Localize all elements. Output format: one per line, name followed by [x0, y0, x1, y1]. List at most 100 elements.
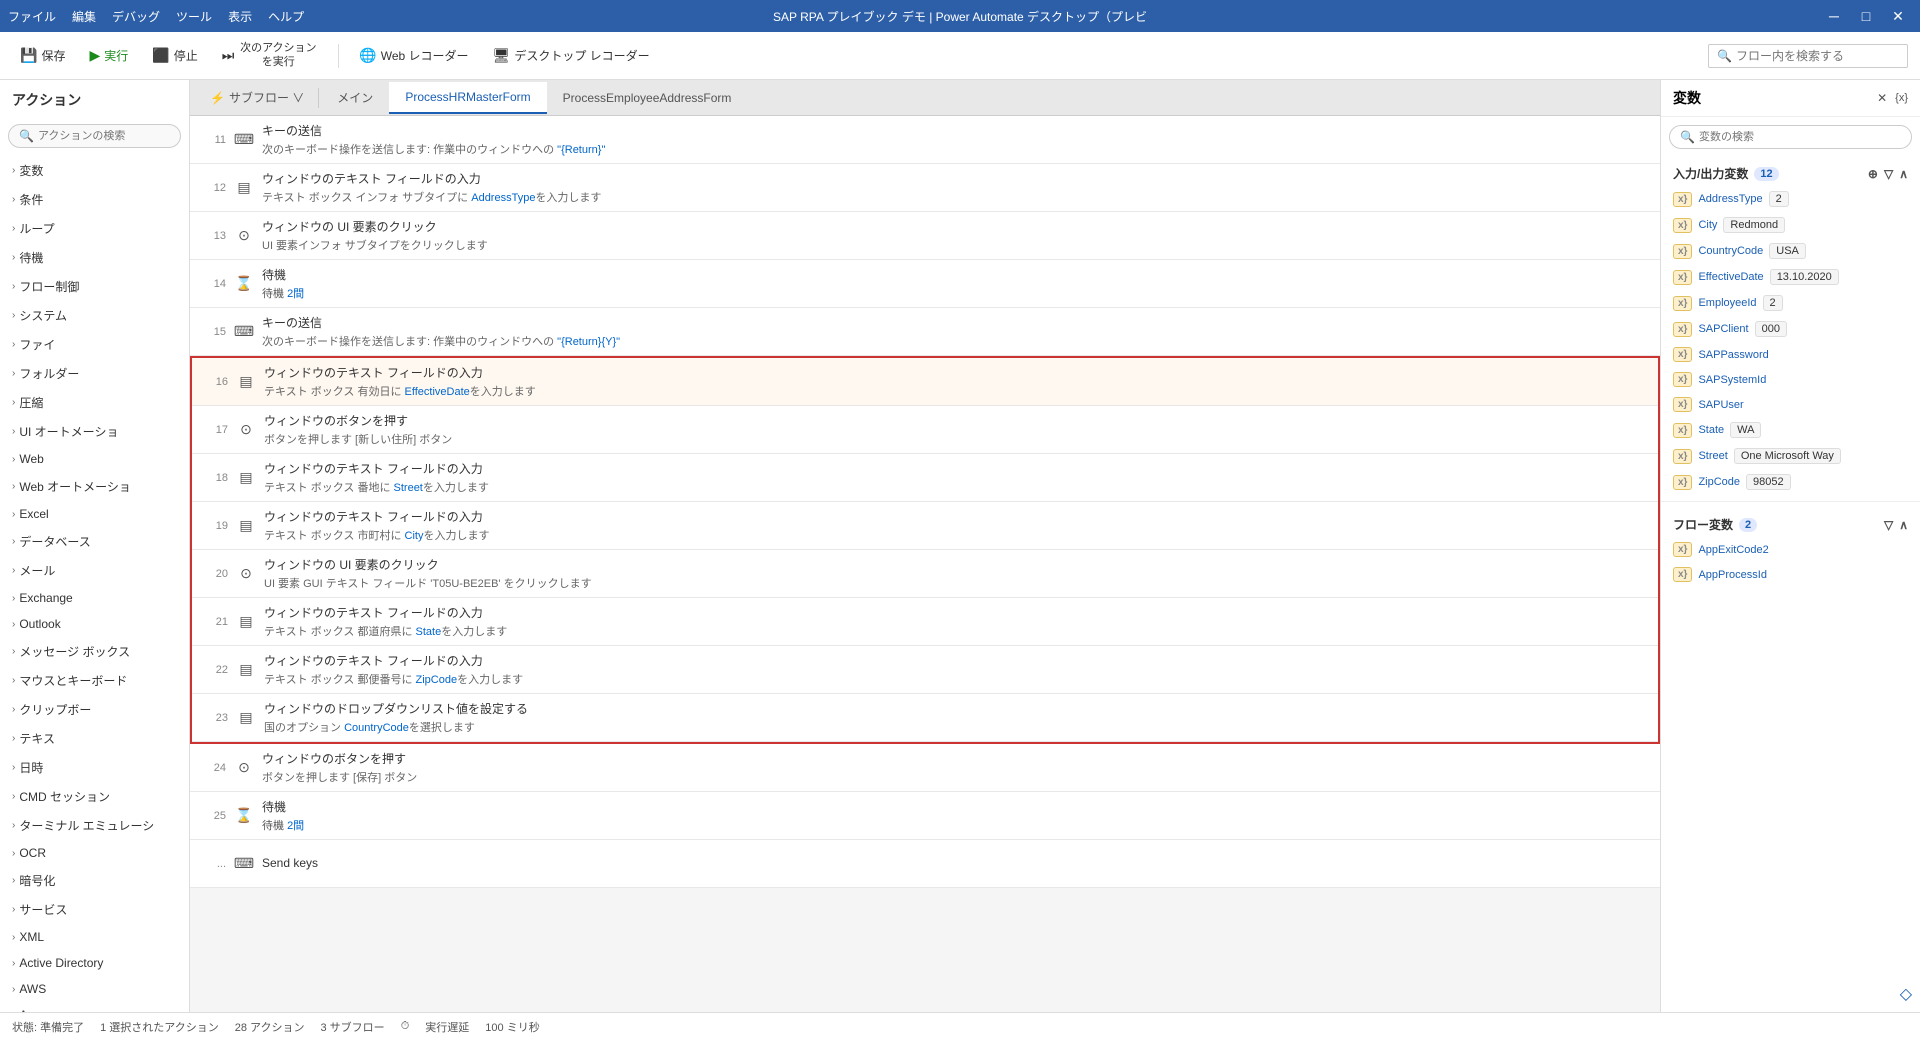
sidebar-item-圧縮[interactable]: ›圧縮 — [0, 388, 189, 417]
action-row-24[interactable]: 24 ⊙ ウィンドウのボタンを押す ボタンを押します [保存] ボタン — [190, 744, 1660, 792]
variables-search-input[interactable] — [1699, 131, 1859, 143]
flow-var-appprocessid[interactable]: x} AppProcessId — [1661, 562, 1920, 587]
stop-button[interactable]: ⬛ 停止 — [144, 43, 205, 68]
action-row-19[interactable]: 19 ▤ ウィンドウのテキスト フィールドの入力 テキスト ボックス 市町村に … — [192, 502, 1658, 550]
io-var-sapsystemid[interactable]: x} SAPSystemId — [1661, 367, 1920, 392]
next-action-button[interactable]: ⏭ 次のアクションを実行 — [214, 38, 327, 72]
sidebar-item-cmdセッション[interactable]: ›CMD セッション — [0, 782, 189, 811]
filter-io-vars-icon[interactable]: ▽ — [1884, 167, 1893, 181]
sidebar-item-exchange[interactable]: ›Exchange — [0, 585, 189, 611]
action-row-16[interactable]: 16 ▤ ウィンドウのテキスト フィールドの入力 テキスト ボックス 有効日に … — [192, 358, 1658, 406]
menu-file[interactable]: ファイル — [8, 8, 56, 25]
desc-link[interactable]: CountryCode — [344, 722, 409, 734]
sidebar-item-outlook[interactable]: ›Outlook — [0, 611, 189, 637]
sidebar-item-フォルダー[interactable]: ›フォルダー — [0, 359, 189, 388]
action-row-20[interactable]: 20 ⊙ ウィンドウの UI 要素のクリック UI 要素 GUI テキスト フィ… — [192, 550, 1658, 598]
expand-variables-icon[interactable]: {x} — [1895, 92, 1908, 104]
menu-debug[interactable]: デバッグ — [112, 8, 160, 25]
action-row-15[interactable]: 15 ⌨ キーの送信 次のキーボード操作を送信します: 作業中のウィンドウへの … — [190, 308, 1660, 356]
io-var-effectivedate[interactable]: x} EffectiveDate 13.10.2020 — [1661, 264, 1920, 290]
sidebar-item-サービス[interactable]: ›サービス — [0, 895, 189, 924]
io-var-sapclient[interactable]: x} SAPClient 000 — [1661, 316, 1920, 342]
sidebar-item-ループ[interactable]: ›ループ — [0, 214, 189, 243]
sidebar-item-aws[interactable]: ›AWS — [0, 976, 189, 1002]
action-row-13[interactable]: 13 ⊙ ウィンドウの UI 要素のクリック UI 要素インフォ サブタイプをク… — [190, 212, 1660, 260]
action-row-12[interactable]: 12 ▤ ウィンドウのテキスト フィールドの入力 テキスト ボックス インフォ … — [190, 164, 1660, 212]
tab-process-hr[interactable]: ProcessHRMasterForm — [389, 82, 546, 114]
io-var-state[interactable]: x} State WA — [1661, 417, 1920, 443]
io-var-zipcode[interactable]: x} ZipCode 98052 — [1661, 469, 1920, 495]
io-var-employeeid[interactable]: x} EmployeeId 2 — [1661, 290, 1920, 316]
minimize-button[interactable]: ─ — [1820, 2, 1848, 30]
flow-search[interactable]: 🔍 — [1708, 44, 1908, 68]
io-var-countrycode[interactable]: x} CountryCode USA — [1661, 238, 1920, 264]
flow-search-input[interactable] — [1736, 49, 1896, 63]
sidebar-item-web[interactable]: ›Web — [0, 446, 189, 472]
sidebar-item-条件[interactable]: ›条件 — [0, 185, 189, 214]
desc-link[interactable]: "{Return}{Y}" — [557, 336, 620, 348]
menu-view[interactable]: 表示 — [228, 8, 252, 25]
desc-link[interactable]: EffectiveDate — [405, 386, 470, 398]
action-row-21[interactable]: 21 ▤ ウィンドウのテキスト フィールドの入力 テキスト ボックス 都道府県に… — [192, 598, 1658, 646]
io-var-sapuser[interactable]: x} SAPUser — [1661, 392, 1920, 417]
action-row-11[interactable]: 11 ⌨ キーの送信 次のキーボード操作を送信します: 作業中のウィンドウへの … — [190, 116, 1660, 164]
sidebar-item-activedirectory[interactable]: ›Active Directory — [0, 950, 189, 976]
close-variables-icon[interactable]: ✕ — [1877, 91, 1887, 105]
sidebar-item-メッセージボックス[interactable]: ›メッセージ ボックス — [0, 637, 189, 666]
sidebar-item-ファイ[interactable]: ›ファイ — [0, 330, 189, 359]
sidebar-item-フロー制御[interactable]: ›フロー制御 — [0, 272, 189, 301]
sidebar-item-クリップボー[interactable]: ›クリップボー — [0, 695, 189, 724]
wait-link[interactable]: 2間 — [287, 820, 304, 832]
sidebar-item-データベース[interactable]: ›データベース — [0, 527, 189, 556]
action-row-23[interactable]: 23 ▤ ウィンドウのドロップダウンリスト値を設定する 国のオプション Coun… — [192, 694, 1658, 742]
filter-flow-vars-icon[interactable]: ▽ — [1884, 518, 1893, 532]
desc-link[interactable]: Street — [394, 482, 423, 494]
sidebar-item-azure[interactable]: ›Azure — [0, 1002, 189, 1012]
sidebar-item-uiオートメーショ[interactable]: ›UI オートメーショ — [0, 417, 189, 446]
sidebar-item-待機[interactable]: ›待機 — [0, 243, 189, 272]
io-var-street[interactable]: x} Street One Microsoft Way — [1661, 443, 1920, 469]
run-button[interactable]: ▶ 実行 — [81, 43, 136, 68]
sidebar-item-マウスとキーボード[interactable]: ›マウスとキーボード — [0, 666, 189, 695]
sidebar-item-テキス[interactable]: ›テキス — [0, 724, 189, 753]
vars-footer-icon[interactable]: ◇ — [1900, 984, 1912, 1004]
tab-process-employee[interactable]: ProcessEmployeeAddressForm — [547, 83, 748, 113]
desc-link[interactable]: ZipCode — [416, 674, 458, 686]
sidebar-item-ocr[interactable]: ›OCR — [0, 840, 189, 866]
desc-link[interactable]: AddressType — [471, 192, 535, 204]
io-var-addresstype[interactable]: x} AddressType 2 — [1661, 186, 1920, 212]
sidebar-item-システム[interactable]: ›システム — [0, 301, 189, 330]
menu-edit[interactable]: 編集 — [72, 8, 96, 25]
menu-tools[interactable]: ツール — [176, 8, 212, 25]
action-row-17[interactable]: 17 ⊙ ウィンドウのボタンを押す ボタンを押します [新しい住所] ボタン — [192, 406, 1658, 454]
sidebar-item-xml[interactable]: ›XML — [0, 924, 189, 950]
desc-link[interactable]: State — [416, 626, 442, 638]
collapse-flow-vars-icon[interactable]: ∧ — [1899, 518, 1908, 532]
sidebar-item-変数[interactable]: ›変数 — [0, 156, 189, 185]
collapse-io-vars-icon[interactable]: ∧ — [1899, 167, 1908, 181]
action-row-18[interactable]: 18 ▤ ウィンドウのテキスト フィールドの入力 テキスト ボックス 番地に S… — [192, 454, 1658, 502]
sidebar-item-excel[interactable]: ›Excel — [0, 501, 189, 527]
sidebar-item-メール[interactable]: ›メール — [0, 556, 189, 585]
web-recorder-button[interactable]: 🌐 Web レコーダー — [351, 43, 476, 68]
save-button[interactable]: 💾 保存 — [12, 43, 73, 68]
desc-link[interactable]: "{Return}" — [557, 144, 605, 156]
actions-search-input[interactable] — [38, 130, 158, 142]
sidebar-item-ターミナルエミュレーシ[interactable]: ›ターミナル エミュレーシ — [0, 811, 189, 840]
add-io-var-icon[interactable]: ⊕ — [1868, 167, 1878, 181]
sidebar-item-webオートメーショ[interactable]: ›Web オートメーショ — [0, 472, 189, 501]
action-row-25[interactable]: 25 ⌛ 待機 待機 2間 — [190, 792, 1660, 840]
wait-link[interactable]: 2間 — [287, 288, 304, 300]
action-row-14[interactable]: 14 ⌛ 待機 待機 2間 — [190, 260, 1660, 308]
menu-help[interactable]: ヘルプ — [268, 8, 304, 25]
sidebar-item-暗号化[interactable]: ›暗号化 — [0, 866, 189, 895]
desc-link[interactable]: City — [405, 530, 424, 542]
subflow-button[interactable]: ⚡ サブフロー ∨ — [198, 83, 316, 112]
close-button[interactable]: ✕ — [1884, 2, 1912, 30]
tab-main[interactable]: メイン — [321, 81, 389, 114]
io-var-city[interactable]: x} City Redmond — [1661, 212, 1920, 238]
flow-var-appexitcode2[interactable]: x} AppExitCode2 — [1661, 537, 1920, 562]
sidebar-item-日時[interactable]: ›日時 — [0, 753, 189, 782]
action-row-...[interactable]: ... ⌨ Send keys — [190, 840, 1660, 888]
io-var-sappassword[interactable]: x} SAPPassword — [1661, 342, 1920, 367]
